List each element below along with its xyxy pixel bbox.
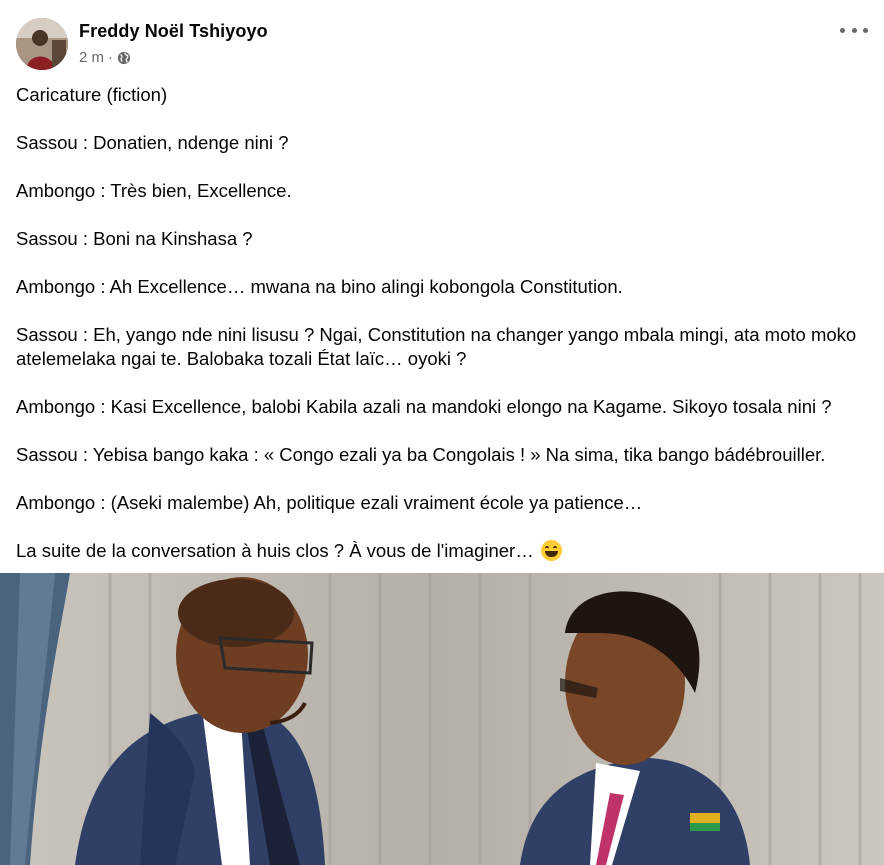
post-paragraph: Sassou : Boni na Kinshasa ? xyxy=(16,228,253,249)
post-paragraph: Ambongo : Ah Excellence… mwana na bino a… xyxy=(16,276,623,297)
post-paragraph: Ambongo : (Aseki malembe) Ah, politique … xyxy=(16,492,643,513)
post-meta: 2 m · xyxy=(79,49,131,66)
post-image-illustration xyxy=(0,573,884,865)
more-dot xyxy=(863,27,868,33)
last-paragraph-text: La suite de la conversation à huis clos … xyxy=(16,540,534,561)
facebook-post: Freddy Noël Tshiyoyo 2 m · Caricature (f… xyxy=(0,0,884,865)
globe-icon[interactable] xyxy=(117,51,131,65)
post-paragraph: Caricature (fiction) xyxy=(16,84,168,105)
post-paragraph: Sassou : Yebisa bango kaka : « Congo eza… xyxy=(16,444,826,465)
meta-separator: · xyxy=(108,49,114,66)
post-photo[interactable] xyxy=(0,573,884,865)
author-avatar[interactable] xyxy=(16,18,68,70)
post-paragraph: Ambongo : Kasi Excellence, balobi Kabila… xyxy=(16,396,832,417)
post-paragraph: Ambongo : Très bien, Excellence. xyxy=(16,180,292,201)
grinning-face-icon xyxy=(540,540,562,561)
post-time[interactable]: 2 m xyxy=(79,49,104,66)
post-paragraph: Sassou : Eh, yango nde nini lisusu ? Nga… xyxy=(16,324,857,369)
post-text: Caricature (fiction) Sassou : Donatien, … xyxy=(16,83,872,587)
post-paragraph-last: La suite de la conversation à huis clos … xyxy=(16,539,872,563)
more-dot xyxy=(840,27,845,33)
more-options-icon[interactable] xyxy=(840,18,868,42)
more-dot xyxy=(851,27,857,33)
post-paragraph: Sassou : Donatien, ndenge nini ? xyxy=(16,132,289,153)
post-header: Freddy Noël Tshiyoyo 2 m · xyxy=(16,16,868,72)
avatar-photo xyxy=(16,18,68,70)
author-name[interactable]: Freddy Noël Tshiyoyo xyxy=(79,21,268,42)
